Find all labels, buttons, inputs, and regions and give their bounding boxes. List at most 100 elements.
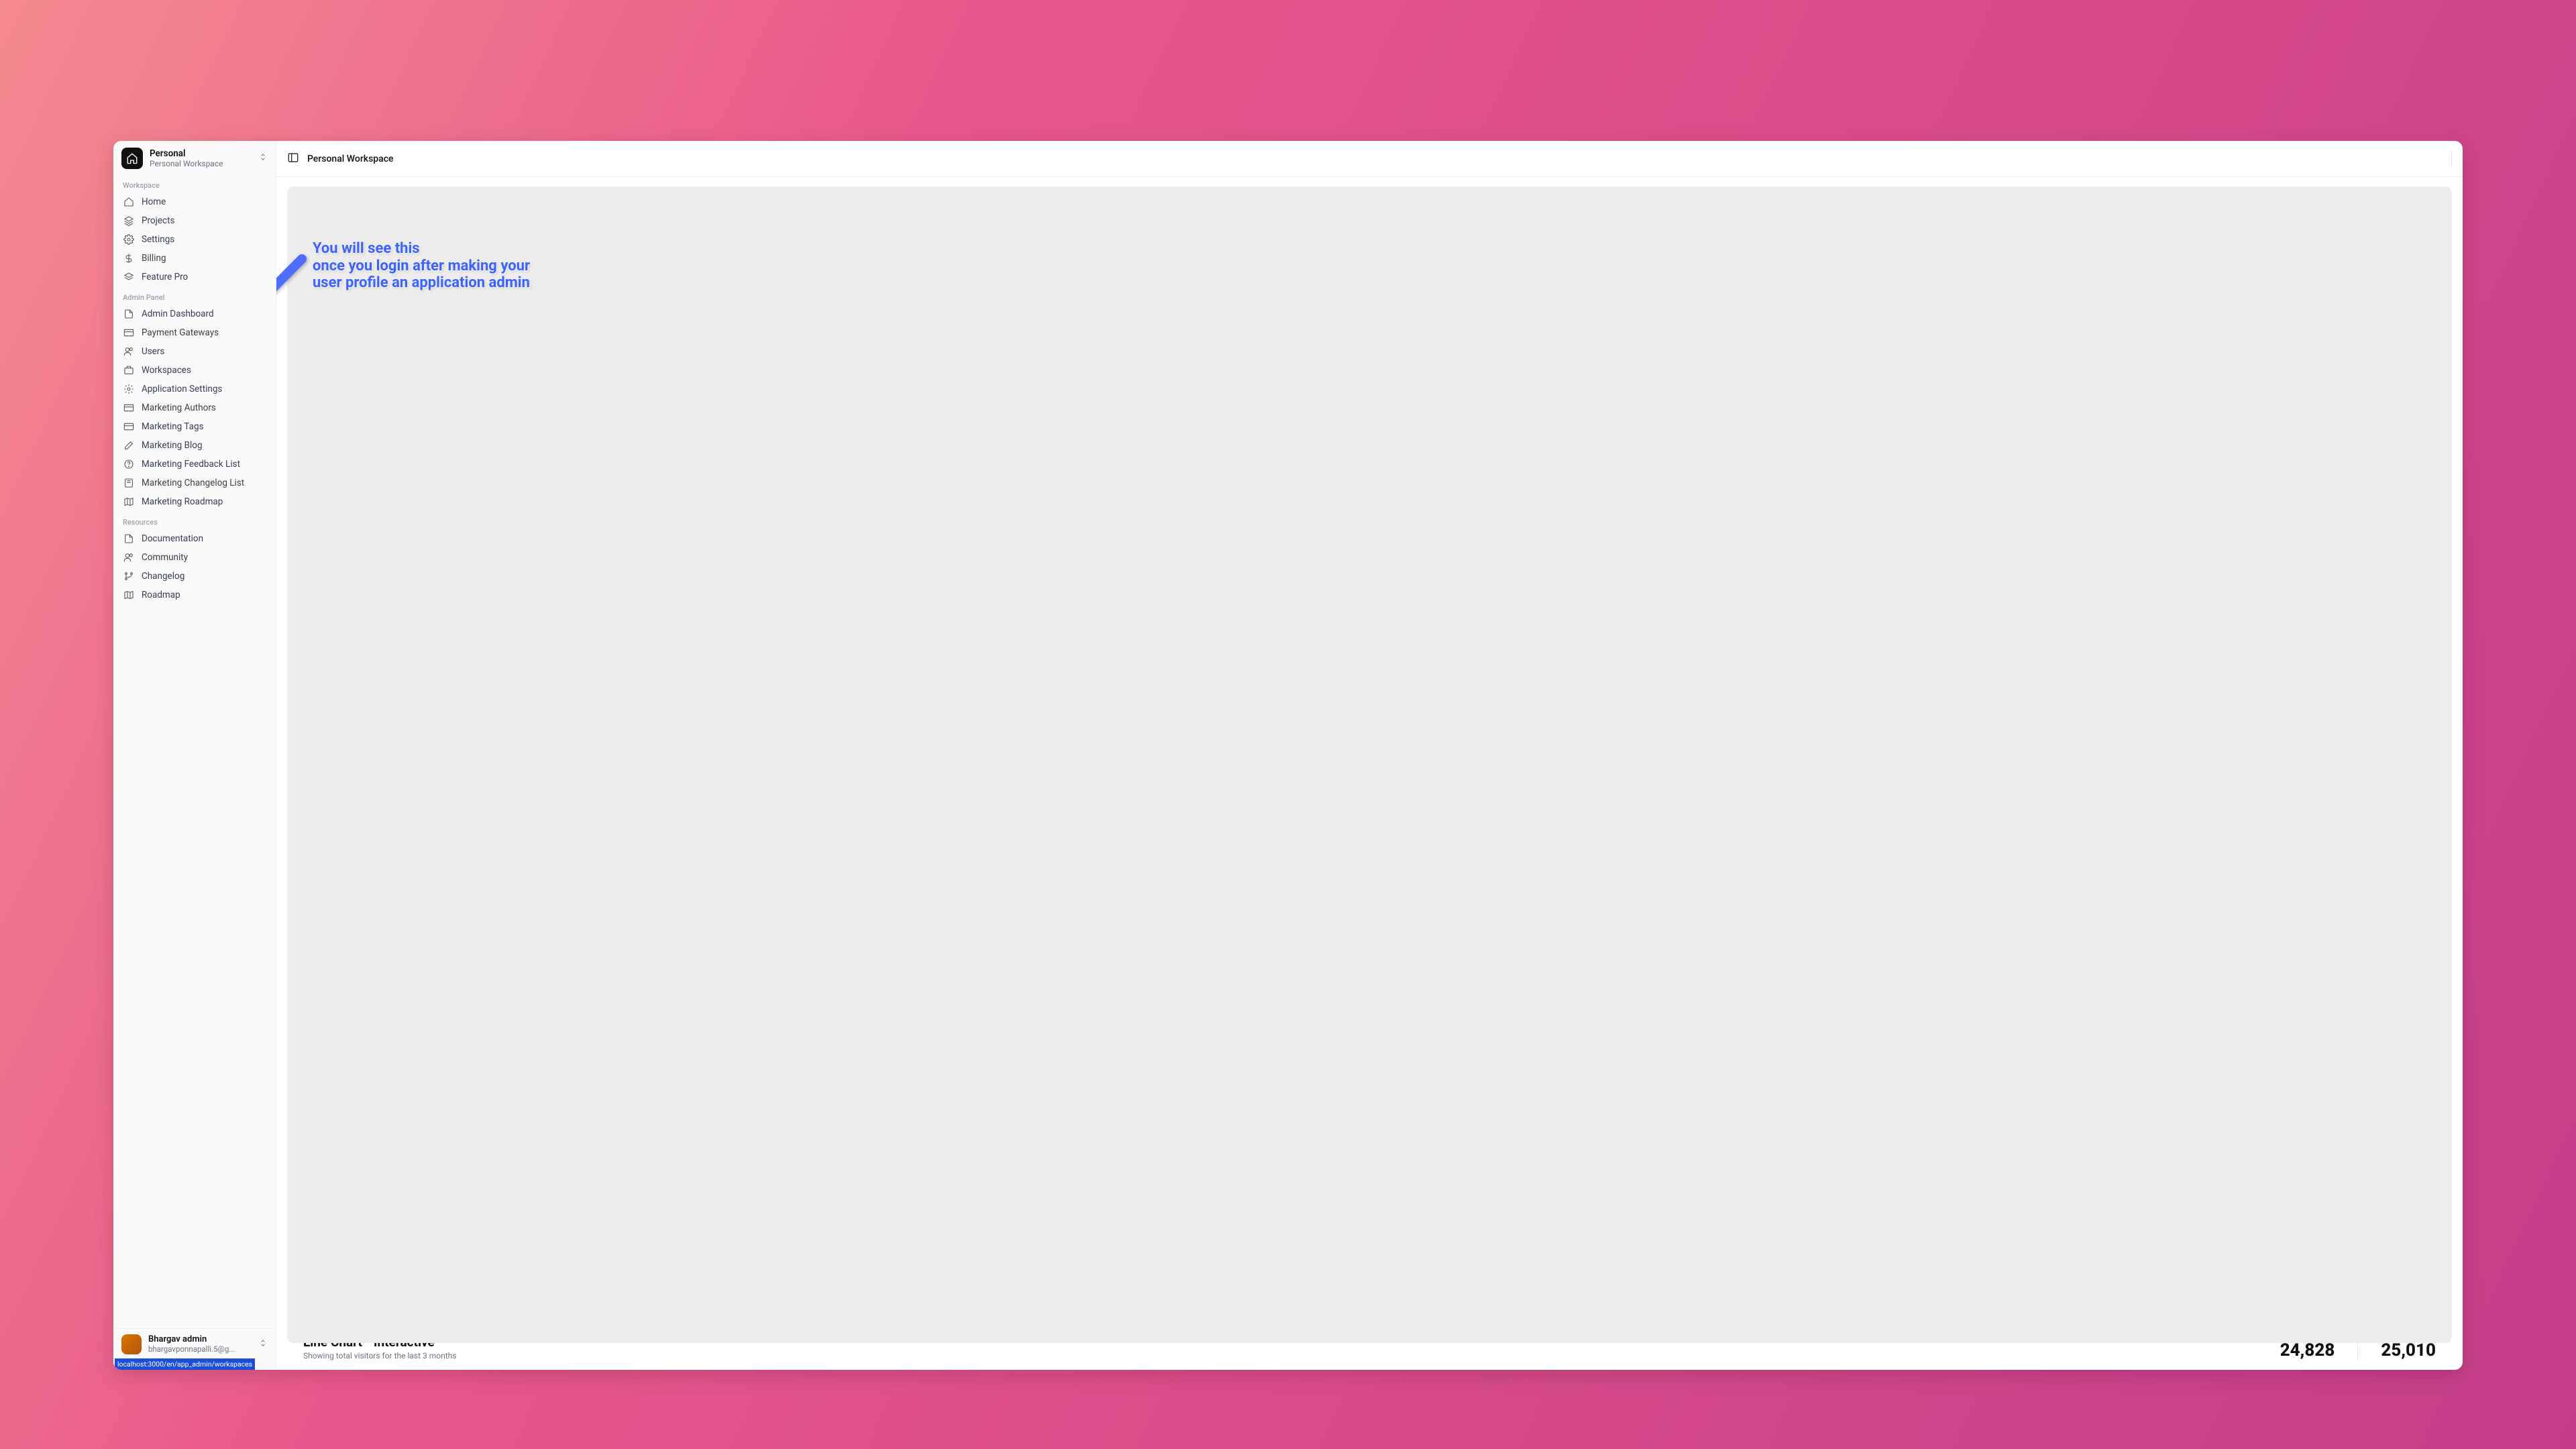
sidebar-item-label: Projects [142, 215, 175, 226]
user-email: bhargavponnapalli.5@g... [148, 1344, 235, 1354]
sidebar-item-payment-gateways[interactable]: Payment Gateways [117, 323, 272, 342]
sidebar-item-label: Marketing Blog [142, 440, 203, 451]
sidebar-item-roadmap[interactable]: Roadmap [117, 586, 272, 604]
workspace-subtitle: Personal Workspace [150, 159, 252, 168]
layers-icon [123, 215, 135, 226]
sidebar-item-admin-dashboard[interactable]: Admin Dashboard [117, 305, 272, 323]
nav-list-workspace: Home Projects Settings Billing Feature P… [113, 193, 276, 286]
user-switcher-text: Bhargav admin bhargavponnapalli.5@g... [148, 1334, 252, 1354]
sidebar-item-label: Workspaces [142, 365, 191, 376]
sidebar-item-marketing-tags[interactable]: Marketing Tags [117, 417, 272, 436]
sidebar-item-community[interactable]: Community [117, 548, 272, 567]
workspace-name: Personal [150, 148, 252, 159]
nav-list-admin: Admin Dashboard Payment Gateways Users W… [113, 305, 276, 511]
sidebar-item-label: Community [142, 552, 188, 563]
gear-icon [123, 234, 135, 245]
main: Personal Workspace You will see this onc… [276, 141, 2463, 1370]
credit-card-icon [123, 421, 135, 432]
sidebar-item-marketing-changelog[interactable]: Marketing Changelog List [117, 474, 272, 492]
sidebar-item-label: Home [142, 197, 166, 207]
workspace-switcher-text: Personal Personal Workspace [150, 148, 252, 168]
sidebar-item-label: Marketing Feedback List [142, 459, 240, 470]
sidebar-item-label: Feature Pro [142, 272, 188, 282]
sidebar-item-label: Changelog [142, 571, 184, 582]
home-icon [123, 197, 135, 207]
content-placeholder: You will see this once you login after m… [287, 186, 2452, 1343]
sidebar-scroll: Workspace Home Projects Settings Billing [113, 174, 276, 1328]
sidebar-item-projects[interactable]: Projects [117, 211, 272, 230]
sidebar-item-workspaces[interactable]: Workspaces [117, 361, 272, 380]
annotation-text: You will see this once you login after m… [313, 240, 530, 291]
sidebar-item-label: Marketing Tags [142, 421, 204, 432]
sidebar-item-home[interactable]: Home [117, 193, 272, 211]
sidebar-item-label: Users [142, 346, 164, 357]
annotation-arrow-icon [276, 251, 310, 331]
file-icon [123, 309, 135, 319]
chart-stats: 24,828 25,010 [2280, 1343, 2436, 1360]
home-icon [126, 152, 138, 164]
topbar: Personal Workspace [276, 141, 2463, 177]
gear-icon [123, 384, 135, 394]
app-window: Personal Personal Workspace Workspace Ho… [113, 141, 2463, 1370]
section-label-admin: Admin Panel [113, 286, 276, 305]
sidebar-item-marketing-blog[interactable]: Marketing Blog [117, 436, 272, 455]
user-switcher[interactable]: Bhargav admin bhargavponnapalli.5@g... [113, 1328, 276, 1358]
sidebar-item-marketing-authors[interactable]: Marketing Authors [117, 398, 272, 417]
branch-icon [123, 571, 135, 582]
map-icon [123, 590, 135, 600]
sidebar-item-users[interactable]: Users [117, 342, 272, 361]
sidebar-item-settings[interactable]: Settings [117, 230, 272, 249]
content: You will see this once you login after m… [276, 177, 2463, 1370]
sidebar-item-label: Admin Dashboard [142, 309, 214, 319]
pen-icon [123, 440, 135, 451]
status-url: localhost:3000/en/app_admin/workspaces [115, 1358, 255, 1370]
briefcase-icon [123, 365, 135, 376]
users-icon [123, 552, 135, 563]
chart-stat-b: 25,010 [2381, 1343, 2436, 1360]
panel-left-icon [287, 152, 299, 164]
sidebar-item-label: Payment Gateways [142, 327, 219, 338]
sidebar-item-feature-pro[interactable]: Feature Pro [117, 268, 272, 286]
sidebar-item-label: Roadmap [142, 590, 180, 600]
chart-title-block: Line Chart - Interactive Showing total v… [303, 1343, 457, 1360]
sidebar-item-billing[interactable]: Billing [117, 249, 272, 268]
chevron-up-down-icon [258, 1338, 268, 1350]
workspace-logo [121, 148, 143, 169]
sidebar-toggle[interactable] [287, 152, 299, 166]
chart-title: Line Chart - Interactive [303, 1343, 457, 1350]
sidebar-item-label: Documentation [142, 533, 203, 544]
sidebar-item-label: Settings [142, 234, 174, 245]
help-icon [123, 459, 135, 470]
layers-icon [123, 272, 135, 282]
map-icon [123, 496, 135, 507]
sidebar: Personal Personal Workspace Workspace Ho… [113, 141, 276, 1370]
dollar-icon [123, 253, 135, 264]
chart-preview: Line Chart - Interactive Showing total v… [287, 1343, 2452, 1360]
chart-subtitle: Showing total visitors for the last 3 mo… [303, 1351, 457, 1360]
file-icon [123, 533, 135, 544]
chart-stat-divider [2357, 1343, 2358, 1360]
sidebar-item-changelog[interactable]: Changelog [117, 567, 272, 586]
sidebar-item-label: Marketing Roadmap [142, 496, 223, 507]
section-label-resources: Resources [113, 511, 276, 529]
section-label-workspace: Workspace [113, 174, 276, 193]
sidebar-item-documentation[interactable]: Documentation [117, 529, 272, 548]
avatar [121, 1334, 142, 1354]
topbar-divider [2451, 151, 2452, 167]
sidebar-item-app-settings[interactable]: Application Settings [117, 380, 272, 398]
sidebar-item-label: Marketing Changelog List [142, 478, 244, 488]
chart-stat-a: 24,828 [2280, 1343, 2335, 1360]
workspace-switcher[interactable]: Personal Personal Workspace [113, 141, 276, 174]
sidebar-item-marketing-feedback[interactable]: Marketing Feedback List [117, 455, 272, 474]
credit-card-icon [123, 402, 135, 413]
book-icon [123, 478, 135, 488]
sidebar-item-marketing-roadmap[interactable]: Marketing Roadmap [117, 492, 272, 511]
chevron-up-down-icon [258, 152, 268, 164]
sidebar-item-label: Marketing Authors [142, 402, 216, 413]
credit-card-icon [123, 327, 135, 338]
sidebar-item-label: Application Settings [142, 384, 222, 394]
users-icon [123, 346, 135, 357]
breadcrumb: Personal Workspace [307, 154, 394, 164]
sidebar-item-label: Billing [142, 253, 166, 264]
nav-list-resources: Documentation Community Changelog Roadma… [113, 529, 276, 604]
